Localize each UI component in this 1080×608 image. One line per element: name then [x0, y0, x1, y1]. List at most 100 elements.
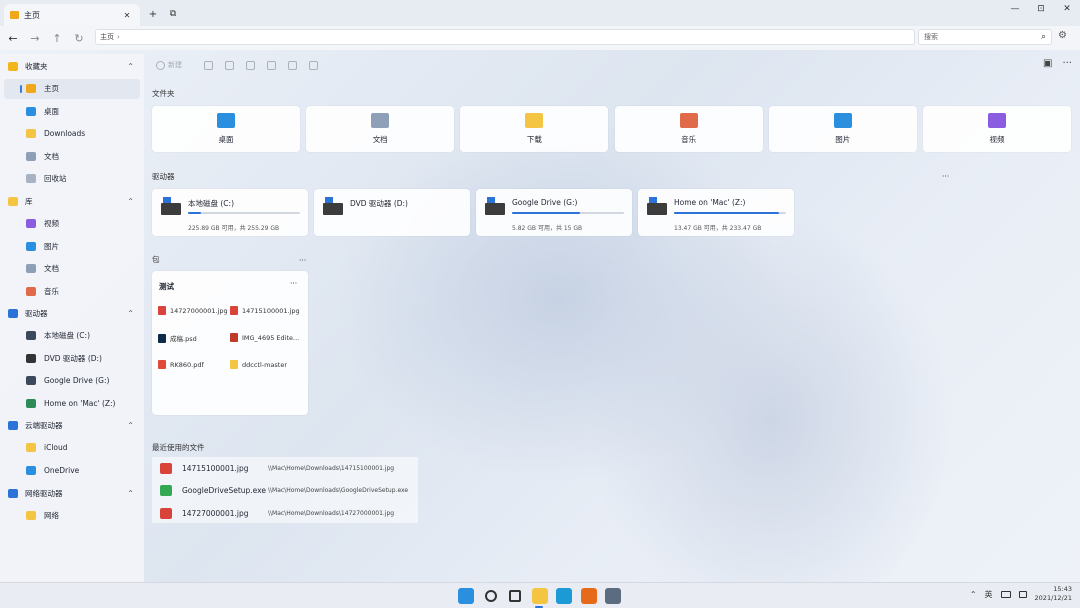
sidebar-item[interactable]: 桌面	[0, 101, 144, 121]
toolbar: 新建	[144, 54, 1080, 76]
refresh-button[interactable]: ↻	[68, 28, 90, 48]
recent-row[interactable]: GoogleDriveSetup.exe \\Mac\Home\Downloads…	[160, 481, 418, 501]
breadcrumb-home[interactable]: 主页	[100, 32, 114, 42]
more-button[interactable]: ···	[1062, 58, 1072, 69]
file-icon	[158, 360, 166, 369]
sidebar-section-3[interactable]: 云端驱动器 ⌃	[0, 415, 144, 435]
sidebar-section-2[interactable]: 驱动器 ⌃	[0, 303, 144, 323]
sidebar-section-1[interactable]: 库 ⌃	[0, 191, 144, 211]
drive-card[interactable]: Google Drive (G:) 5.82 GB 可用，共 15 GB	[476, 189, 632, 236]
minimize-button[interactable]: —	[1002, 0, 1028, 18]
sidebar-item-label: Downloads	[44, 129, 86, 138]
folder-card[interactable]: 桌面	[152, 106, 300, 152]
drives-more-button[interactable]: ···	[942, 172, 949, 181]
back-button[interactable]: ←	[2, 28, 24, 48]
sidebar-item[interactable]: Home on 'Mac' (Z:)	[0, 393, 144, 413]
start-icon[interactable]	[458, 588, 474, 604]
pinned-item[interactable]: IMG_4695 Edite...	[230, 333, 302, 342]
search-icon[interactable]	[484, 590, 497, 602]
sidebar-item[interactable]: 本地磁盘 (C:)	[0, 326, 144, 346]
folder-card[interactable]: 视频	[923, 106, 1071, 152]
folder-icon	[988, 113, 1006, 128]
sidebar-item[interactable]: 图片	[0, 236, 144, 256]
close-button[interactable]: ✕	[1054, 0, 1080, 18]
sidebar-item[interactable]: Downloads	[0, 124, 144, 144]
network-icon[interactable]	[1000, 590, 1011, 598]
drive-card[interactable]: Home on 'Mac' (Z:) 13.47 GB 可用，共 233.47 G…	[638, 189, 794, 236]
paste-button[interactable]	[240, 55, 261, 75]
drive-card[interactable]: 本地磁盘 (C:) 225.89 GB 可用，共 255.29 GB	[152, 189, 308, 236]
sidebar-item[interactable]: OneDrive	[0, 460, 144, 480]
chevron-up-icon[interactable]: ⌃	[127, 197, 134, 206]
forward-button[interactable]: →	[24, 28, 46, 48]
search-input[interactable]: 搜索 ⌕	[918, 29, 1052, 45]
edge-icon[interactable]	[556, 588, 572, 604]
sidebar-item[interactable]: 文档	[0, 259, 144, 279]
rename-button[interactable]	[261, 55, 282, 75]
sidebar-item[interactable]: Google Drive (G:)	[0, 371, 144, 391]
ime-indicator[interactable]: 英	[985, 589, 993, 600]
system-tray: ⌃ 英 15:43 2021/12/21	[970, 585, 1072, 603]
folder-icon	[525, 113, 544, 128]
pinned-card-more-button[interactable]: ···	[290, 279, 297, 288]
sidebar-item[interactable]: iCloud	[0, 438, 144, 458]
firefox-icon[interactable]	[580, 588, 597, 604]
folder-card[interactable]: 文档	[306, 106, 455, 152]
close-tab-icon[interactable]: ✕	[120, 8, 134, 22]
volume-icon[interactable]	[1018, 590, 1027, 598]
settings-icon[interactable]	[605, 588, 621, 604]
sidebar-item[interactable]: DVD 驱动器 (D:)	[0, 348, 144, 368]
sidebar-item[interactable]: 网络	[0, 506, 144, 526]
clock[interactable]: 15:43 2021/12/21	[1035, 585, 1072, 603]
delete-button[interactable]	[303, 55, 324, 75]
recent-row[interactable]: 14727000001.jpg \\Mac\Home\Downloads\1472…	[160, 503, 418, 523]
drive-usage-bar	[674, 212, 786, 214]
settings-icon[interactable]: ⚙	[1058, 30, 1067, 41]
sidebar-item-icon	[26, 286, 36, 296]
sidebar-item[interactable]: 音乐	[0, 281, 144, 301]
tray-chevron-icon[interactable]: ⌃	[970, 590, 977, 599]
sidebar-section-icon	[8, 420, 18, 430]
share-button[interactable]	[282, 55, 303, 75]
sidebar-item[interactable]: 文档	[0, 146, 144, 166]
tab-home[interactable]: 主页 ✕	[4, 4, 140, 26]
file-icon	[160, 507, 172, 519]
chevron-up-icon[interactable]: ⌃	[127, 309, 134, 318]
recent-row[interactable]: 14715100001.jpg \\Mac\Home\Downloads\1471…	[160, 458, 418, 478]
pinned-item-label: IMG_4695 Edite...	[242, 333, 300, 342]
drive-card[interactable]: DVD 驱动器 (D:)	[314, 189, 470, 236]
copy-button[interactable]	[219, 55, 240, 75]
pinned-item[interactable]: RK860.pdf	[158, 360, 230, 369]
sidebar-section-4[interactable]: 网络驱动器 ⌃	[0, 483, 144, 503]
address-bar[interactable]: 主页 ›	[95, 29, 915, 45]
sidebar-item-label: OneDrive	[44, 465, 80, 475]
chevron-up-icon[interactable]: ⌃	[127, 421, 134, 430]
new-tab-button[interactable]: +	[146, 7, 160, 21]
chevron-up-icon[interactable]: ⌃	[127, 62, 134, 71]
copy-icon	[225, 60, 234, 70]
tab-actions-button[interactable]: ⧉	[166, 7, 180, 21]
new-button[interactable]: 新建	[150, 55, 188, 75]
folder-card[interactable]: 图片	[768, 106, 917, 152]
pinned-item[interactable]: 14727000001.jpg	[158, 306, 230, 315]
maximize-button[interactable]: ⊡	[1028, 0, 1054, 18]
pinned-item[interactable]: 成稿.psd	[158, 333, 230, 343]
view-icon[interactable]: ▣	[1043, 58, 1052, 69]
folder-card[interactable]: 下载	[460, 106, 609, 152]
chevron-up-icon[interactable]: ⌃	[127, 489, 134, 498]
cut-button[interactable]	[198, 55, 219, 75]
sidebar-item[interactable]: 主页	[4, 78, 140, 99]
task-view-icon[interactable]	[509, 590, 521, 602]
up-button[interactable]: ↑	[46, 28, 68, 48]
pinned-more-button[interactable]: ···	[299, 256, 306, 265]
delete-icon	[309, 60, 318, 70]
pinned-card[interactable]: 测试 ··· 14727000001.jpg 14715100001.jpg 成稿.…	[152, 271, 308, 415]
file-explorer-icon[interactable]	[531, 588, 548, 604]
folder-card[interactable]: 音乐	[614, 106, 763, 152]
sidebar-section-0[interactable]: 收藏夹 ⌃	[0, 56, 144, 76]
pinned-item[interactable]: ddcctl-master	[230, 360, 302, 369]
share-icon	[288, 60, 297, 70]
sidebar-item[interactable]: 回收站	[0, 169, 144, 189]
sidebar-item[interactable]: 视频	[0, 214, 144, 234]
pinned-item[interactable]: 14715100001.jpg	[230, 306, 302, 315]
